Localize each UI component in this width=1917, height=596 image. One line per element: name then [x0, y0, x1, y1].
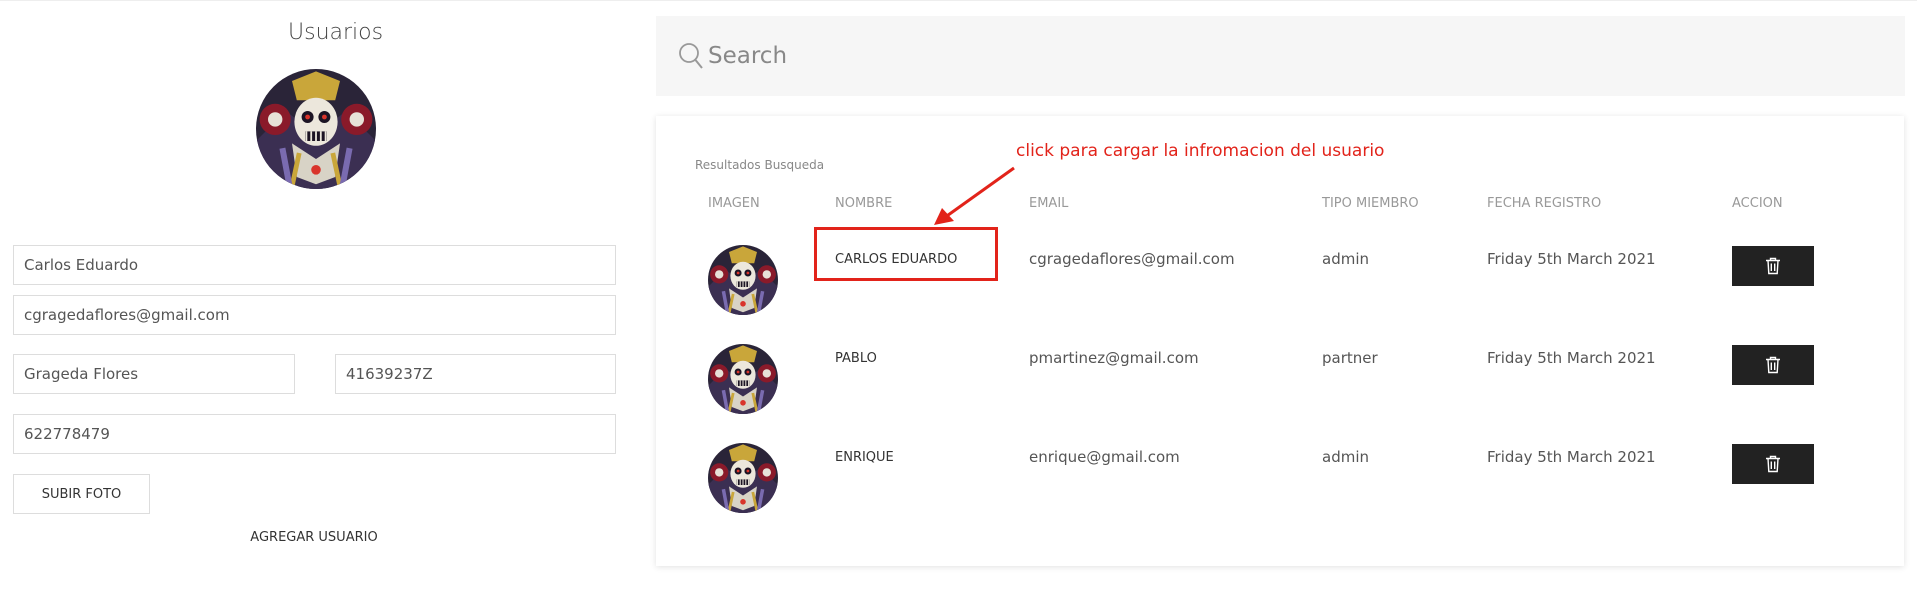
row-member-type: partner: [1322, 349, 1378, 367]
row-member-type: admin: [1322, 448, 1369, 466]
top-divider: [0, 0, 1917, 1]
trash-icon: [1766, 455, 1780, 473]
delete-button[interactable]: [1732, 246, 1814, 286]
row-registration-date: Friday 5th March 2021: [1487, 448, 1656, 466]
profile-avatar: [256, 69, 376, 189]
surname-field[interactable]: Grageda Flores: [13, 354, 295, 394]
results-label: Resultados Busqueda: [695, 158, 825, 172]
row-registration-date: Friday 5th March 2021: [1487, 250, 1656, 268]
column-header-image: IMAGEN: [708, 196, 760, 211]
annotation-highlight-box: [814, 227, 998, 281]
column-header-name: NOMBRE: [835, 196, 893, 211]
upload-photo-button[interactable]: SUBIR FOTO: [13, 474, 150, 514]
name-field[interactable]: Carlos Eduardo: [13, 245, 616, 285]
row-email: cgragedaflores@gmail.com: [1029, 250, 1235, 268]
row-member-type: admin: [1322, 250, 1369, 268]
email-field[interactable]: cgragedaflores@gmail.com: [13, 295, 616, 335]
search-icon: [679, 43, 703, 69]
results-card: [656, 116, 1904, 566]
column-header-registration-date: FECHA REGISTRO: [1487, 196, 1602, 211]
search-input[interactable]: [708, 38, 1888, 74]
row-email: enrique@gmail.com: [1029, 448, 1180, 466]
trash-icon: [1766, 356, 1780, 374]
column-header-action: ACCION: [1732, 196, 1783, 211]
delete-button[interactable]: [1732, 345, 1814, 385]
row-avatar: [708, 245, 778, 315]
row-name[interactable]: PABLO: [835, 351, 877, 366]
delete-button[interactable]: [1732, 444, 1814, 484]
dni-field[interactable]: 41639237Z: [335, 354, 616, 394]
trash-icon: [1766, 257, 1780, 275]
page-title: Usuarios: [288, 20, 384, 45]
row-registration-date: Friday 5th March 2021: [1487, 349, 1656, 367]
row-avatar: [708, 344, 778, 414]
annotation-arrow-icon: [934, 166, 1015, 225]
row-name[interactable]: ENRIQUE: [835, 450, 894, 465]
annotation-text: click para cargar la infromacion del usu…: [1016, 141, 1385, 161]
column-header-member-type: TIPO MIEMBRO: [1322, 196, 1419, 211]
row-avatar: [708, 443, 778, 513]
add-user-button[interactable]: AGREGAR USUARIO: [214, 530, 414, 545]
column-header-email: EMAIL: [1029, 196, 1069, 211]
row-email: pmartinez@gmail.com: [1029, 349, 1199, 367]
phone-field[interactable]: 622778479: [13, 414, 616, 454]
